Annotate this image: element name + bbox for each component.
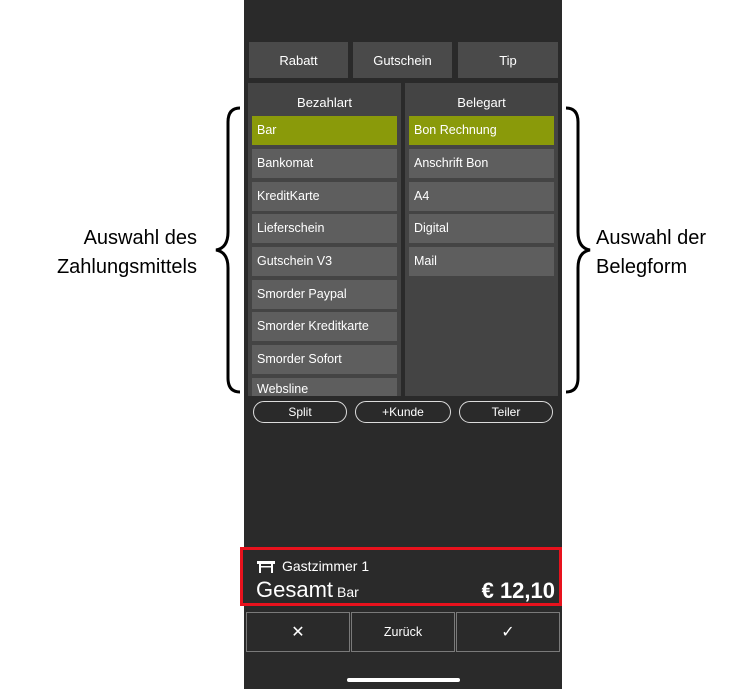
voucher-button[interactable]: Gutschein [353, 42, 452, 78]
left-annotation-line2: Zahlungsmittels [56, 256, 197, 278]
receipt-item-anschrift-bon[interactable]: Anschrift Bon [409, 149, 554, 178]
receipt-type-panel: Belegart Bon Rechnung Anschrift Bon A4 D… [405, 83, 558, 396]
receipt-item-bon-rechnung[interactable]: Bon Rechnung [409, 116, 554, 145]
home-indicator[interactable] [347, 678, 460, 682]
checkmark-icon: ✓ [501, 624, 515, 641]
payment-item-bar[interactable]: Bar [252, 116, 397, 145]
payment-method-title: Bezahlart [297, 95, 352, 110]
left-annotation-line1: Auswahl des [83, 227, 197, 249]
table-icon [257, 561, 275, 573]
receipt-type-title: Belegart [457, 95, 506, 110]
receipt-item-digital[interactable]: Digital [409, 214, 554, 243]
payment-item-gutschein-v3[interactable]: Gutschein V3 [252, 247, 397, 276]
payment-method-list[interactable]: Bar Bankomat KreditKarte Lieferschein Gu… [252, 116, 397, 396]
right-annotation-line2: Belegform [596, 256, 688, 278]
room-label: Gastzimmer 1 [282, 558, 370, 574]
split-button[interactable]: Split [253, 401, 347, 423]
payment-item-kreditkarte[interactable]: KreditKarte [252, 182, 397, 211]
left-annotation: Auswahl des Zahlungsmittels [57, 224, 197, 282]
back-button[interactable]: Zurück [351, 612, 455, 652]
receipt-type-list[interactable]: Bon Rechnung Anschrift Bon A4 Digital Ma… [409, 116, 554, 396]
confirm-button[interactable]: ✓ [456, 612, 560, 652]
discount-button[interactable]: Rabatt [249, 42, 348, 78]
tip-button[interactable]: Tip [458, 42, 558, 78]
back-button-label: Zurück [383, 625, 423, 639]
payment-item-smorder-paypal[interactable]: Smorder Paypal [252, 280, 397, 309]
total-summary: Gastzimmer 1 Gesamt Bar € 12,10 [240, 547, 562, 606]
right-annotation-line1: Auswahl der [596, 227, 707, 249]
total-amount: € 12,10 [481, 578, 555, 603]
receipt-item-mail[interactable]: Mail [409, 247, 554, 276]
payment-method-label: Bar [337, 584, 359, 600]
total-label-row: Gesamt Bar [256, 577, 359, 603]
right-annotation: Auswahl der Belegform [596, 224, 706, 282]
right-brace [565, 106, 591, 394]
payment-method-panel: Bezahlart Bar Bankomat KreditKarte Liefe… [248, 83, 401, 396]
payment-item-lieferschein[interactable]: Lieferschein [252, 214, 397, 243]
cancel-button[interactable]: ✕ [246, 612, 350, 652]
receipt-item-a4[interactable]: A4 [409, 182, 554, 211]
payment-item-smorder-kreditkarte[interactable]: Smorder Kreditkarte [252, 312, 397, 341]
payment-item-websline[interactable]: Websline [252, 378, 397, 396]
payment-item-bankomat[interactable]: Bankomat [252, 149, 397, 178]
divider-button[interactable]: Teiler [459, 401, 553, 423]
left-brace [215, 106, 241, 394]
close-icon: ✕ [291, 624, 305, 641]
total-label: Gesamt [256, 577, 334, 602]
payment-item-smorder-sofort[interactable]: Smorder Sofort [252, 345, 397, 374]
add-customer-button[interactable]: +Kunde [355, 401, 451, 423]
